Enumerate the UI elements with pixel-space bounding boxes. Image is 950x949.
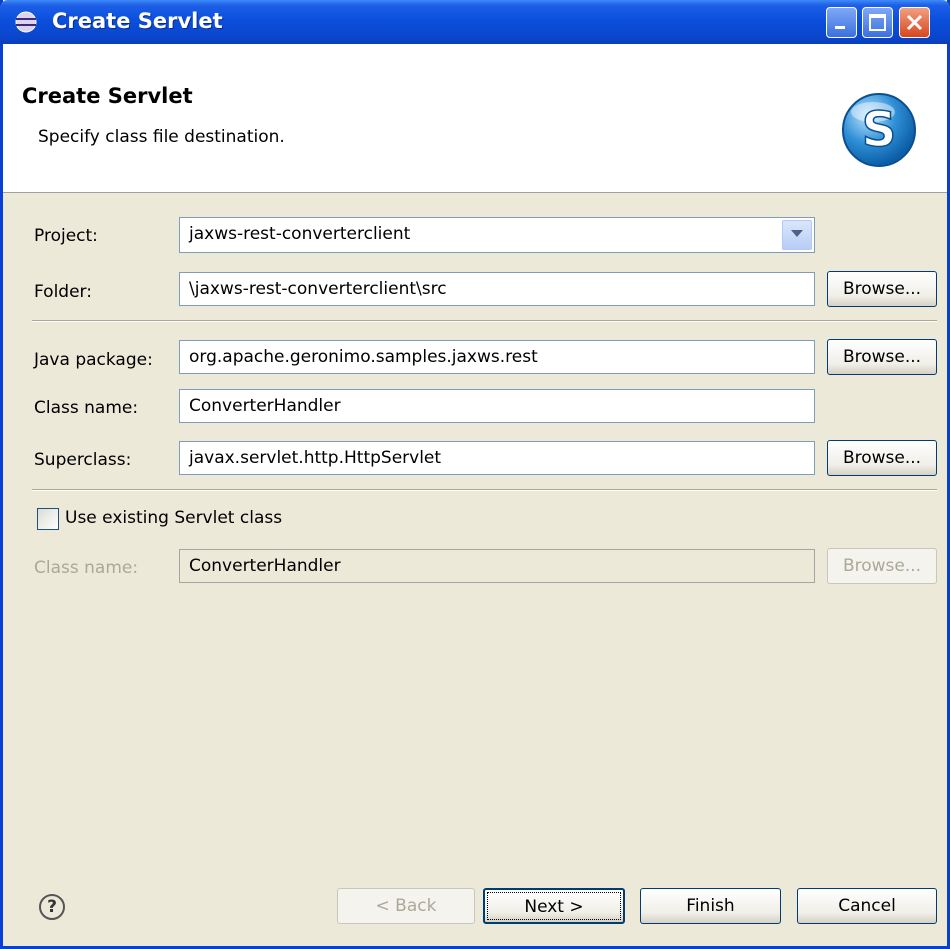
- help-icon[interactable]: ?: [39, 894, 65, 920]
- java-package-browse-button[interactable]: Browse...: [827, 339, 937, 375]
- title-bar[interactable]: Create Servlet: [0, 0, 950, 44]
- existing-class-label: Class name:: [34, 558, 139, 578]
- folder-browse-button[interactable]: Browse...: [827, 271, 937, 307]
- minimize-button[interactable]: [826, 7, 857, 38]
- use-existing-checkbox[interactable]: [37, 508, 59, 530]
- folder-input[interactable]: \jaxws-rest-converterclient\src: [179, 272, 815, 306]
- separator: [32, 320, 937, 322]
- next-button[interactable]: Next >: [483, 888, 625, 924]
- java-package-input[interactable]: org.apache.geronimo.samples.jaxws.rest: [179, 340, 815, 374]
- close-button[interactable]: [899, 7, 930, 38]
- maximize-button[interactable]: [862, 7, 893, 38]
- create-servlet-dialog: Create Servlet Create Servlet Specify cl…: [0, 0, 950, 949]
- separator: [32, 489, 937, 491]
- window-title: Create Servlet: [52, 9, 223, 33]
- dropdown-arrow-button[interactable]: [782, 220, 812, 250]
- superclass-label: Superclass:: [34, 450, 132, 470]
- java-package-label: Java package:: [34, 350, 153, 370]
- use-existing-label[interactable]: Use existing Servlet class: [65, 508, 282, 528]
- project-combo[interactable]: jaxws-rest-converterclient: [179, 217, 815, 253]
- maximize-icon: [869, 14, 886, 31]
- superclass-input[interactable]: javax.servlet.http.HttpServlet: [179, 441, 815, 475]
- existing-class-browse-button[interactable]: Browse...: [827, 548, 937, 584]
- minimize-icon: [835, 26, 845, 29]
- superclass-browse-button[interactable]: Browse...: [827, 440, 937, 476]
- class-name-label: Class name:: [34, 398, 139, 418]
- header-description: Specify class file destination.: [38, 127, 285, 147]
- cancel-button[interactable]: Cancel: [797, 888, 937, 924]
- existing-class-input[interactable]: ConverterHandler: [179, 549, 815, 583]
- project-label: Project:: [34, 226, 98, 246]
- class-name-input[interactable]: ConverterHandler: [179, 389, 815, 423]
- eclipse-icon: [15, 11, 37, 33]
- wizard-header: Create Servlet Specify class file destin…: [3, 44, 947, 193]
- header-title: Create Servlet: [22, 84, 193, 108]
- chevron-down-icon: [791, 230, 803, 237]
- svg-text:S: S: [862, 102, 897, 158]
- project-value: jaxws-rest-converterclient: [189, 224, 411, 244]
- back-button[interactable]: < Back: [337, 888, 475, 924]
- folder-label: Folder:: [34, 282, 92, 302]
- close-icon: [906, 14, 923, 31]
- finish-button[interactable]: Finish: [640, 888, 781, 924]
- servlet-logo-icon: S: [842, 93, 916, 167]
